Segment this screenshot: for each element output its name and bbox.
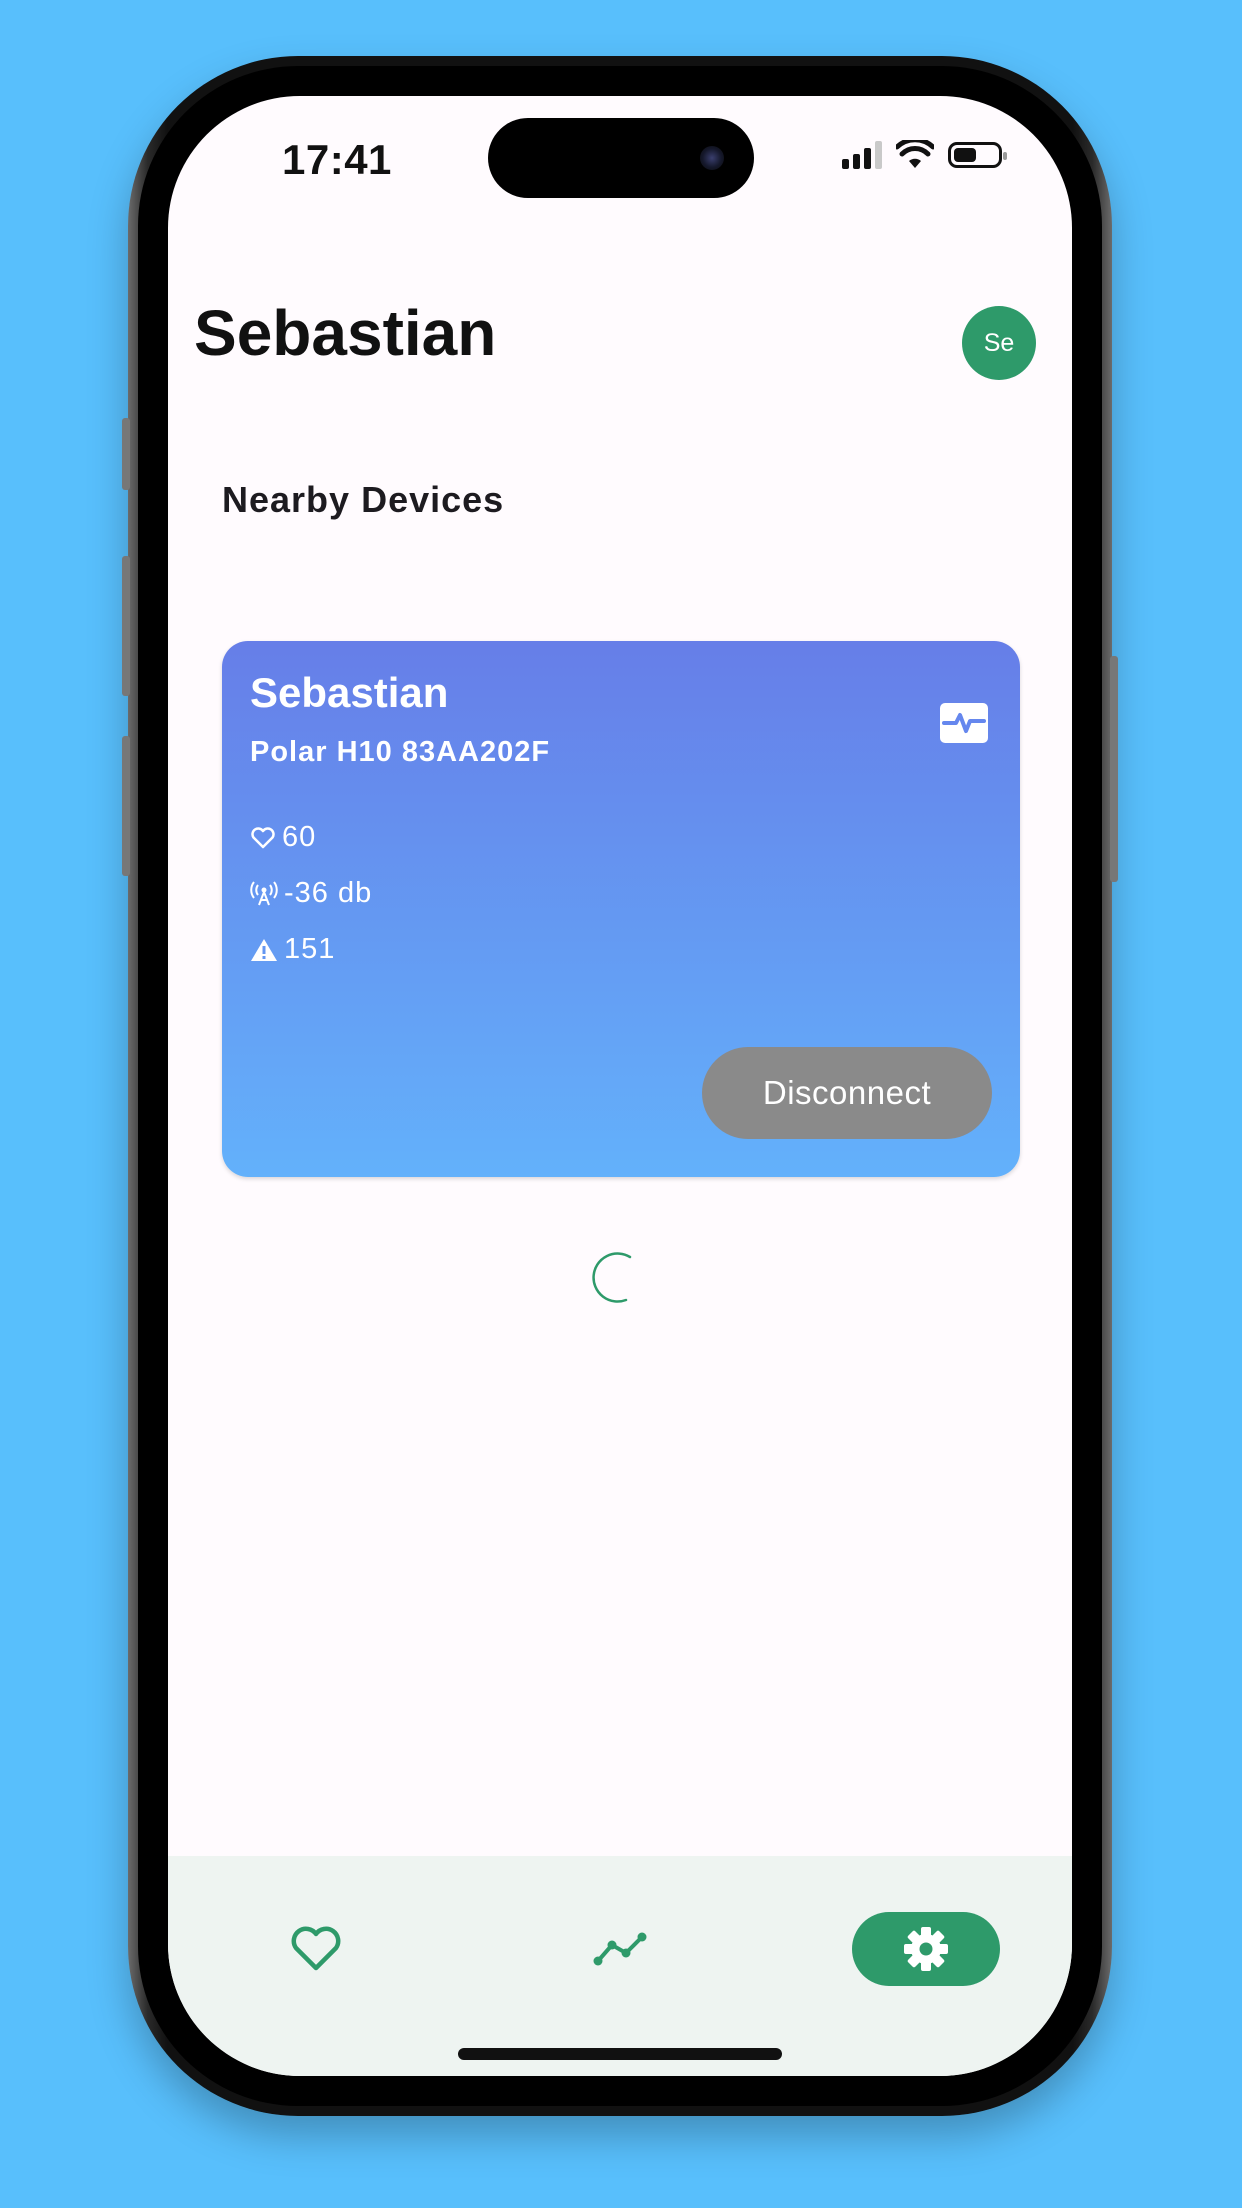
heart-rate-row: 60 [250,821,316,854]
alerts-row: 151 [250,933,335,966]
heart-rate-value: 60 [282,821,317,853]
page-title: Sebastian [194,297,497,369]
dynamic-island [488,118,754,198]
loading-spinner-icon [592,1252,632,1303]
nav-item-heart[interactable] [242,1912,390,1986]
nav-item-settings[interactable] [852,1912,1000,1986]
app-screen: 17:41 Sebastian Se Nearby Devices Sebast… [168,96,1072,2076]
nav-item-trends[interactable] [546,1912,694,1986]
antenna-signal-icon [250,880,278,905]
device-card[interactable]: Sebastian Polar H10 83AA202F 60 -36 db 1… [222,641,1020,1177]
power-button [1110,656,1118,882]
volume-down-button [122,736,130,876]
home-indicator[interactable] [458,2048,782,2060]
monitor-heart-icon [940,703,988,743]
gear-icon [904,1927,948,1971]
battery-icon [948,142,1007,168]
heart-icon [291,1926,341,1971]
alerts-value: 151 [284,933,336,965]
action-button [122,418,130,490]
trend-line-icon [593,1932,647,1966]
device-name: Sebastian [250,669,449,716]
phone-frame: 17:41 Sebastian Se Nearby Devices Sebast… [122,56,1118,2116]
warning-icon [251,938,277,961]
signal-value: -36 db [284,877,373,909]
status-icons [842,140,1007,170]
avatar[interactable]: Se [962,306,1036,380]
signal-row: -36 db [250,877,372,910]
disconnect-button[interactable]: Disconnect [702,1047,992,1139]
status-time: 17:41 [282,136,392,183]
volume-up-button [122,556,130,696]
heart-outline-icon [251,826,275,848]
wifi-icon [896,140,934,168]
bottom-nav [168,1856,1072,2076]
device-model: Polar H10 83AA202F [250,736,551,768]
camera-icon [700,146,724,170]
section-title: Nearby Devices [222,479,505,520]
cellular-signal-icon [842,141,882,169]
